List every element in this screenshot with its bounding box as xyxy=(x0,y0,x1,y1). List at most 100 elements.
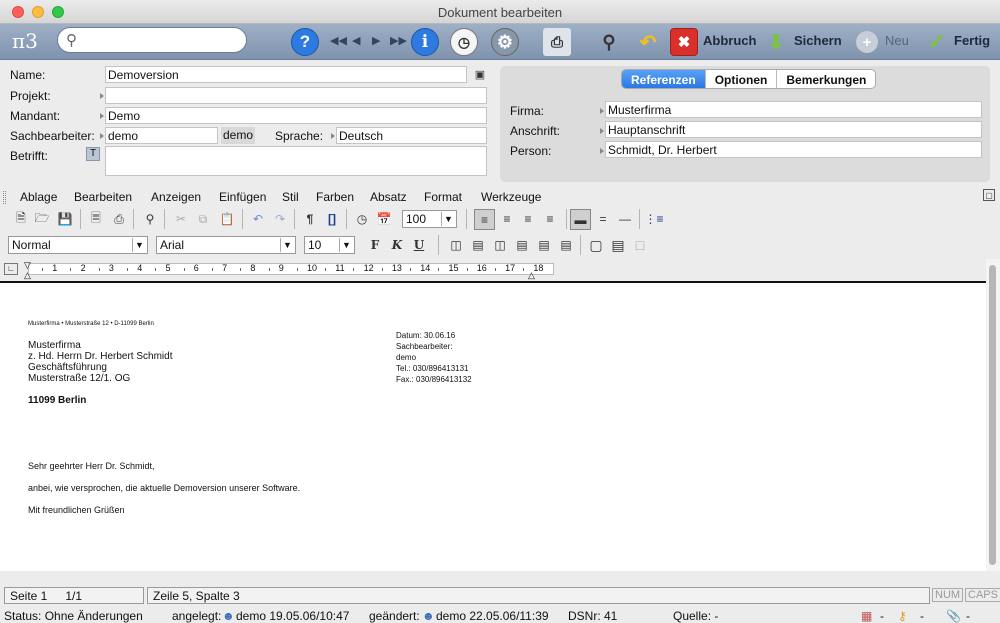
menu-farben[interactable]: Farben xyxy=(316,190,354,204)
bold-button[interactable]: F xyxy=(366,236,384,254)
italic-button[interactable]: K xyxy=(388,236,406,254)
cut-icon[interactable]: ✂ xyxy=(172,210,190,228)
save-disk-icon[interactable]: 💾 xyxy=(56,210,74,228)
bullet-list-icon[interactable]: ⋮≡ xyxy=(645,210,664,228)
border-top-icon[interactable]: ▤ xyxy=(469,236,487,254)
checkmark-icon[interactable]: ✓ xyxy=(923,28,951,56)
anschrift-arrow-icon[interactable] xyxy=(600,128,604,134)
done-button[interactable]: Fertig xyxy=(954,33,990,48)
projekt-field[interactable] xyxy=(105,87,487,104)
mandant-arrow-icon[interactable] xyxy=(100,113,104,119)
menu-format[interactable]: Format xyxy=(424,190,462,204)
line-spacing-onehalf-icon[interactable]: = xyxy=(594,210,612,228)
sachbearbeiter-field[interactable]: demo xyxy=(105,127,218,144)
redo-icon[interactable]: ↷ xyxy=(271,210,289,228)
info-icon[interactable]: i xyxy=(411,28,439,56)
border-right-icon[interactable]: ◫ xyxy=(491,236,509,254)
align-center-icon[interactable]: ≡ xyxy=(498,210,516,228)
border-left-icon[interactable]: ◫ xyxy=(447,236,465,254)
name-options-icon[interactable]: ▣ xyxy=(471,65,489,83)
sprache-arrow-icon[interactable] xyxy=(331,133,335,139)
border-top-bottom-icon[interactable]: ▤ xyxy=(535,236,553,254)
border-box-split-icon[interactable]: ▤ xyxy=(609,236,627,254)
firma-field[interactable]: Musterfirma xyxy=(605,101,982,118)
align-right-icon[interactable]: ≡ xyxy=(519,210,537,228)
insert-date-icon[interactable]: 📅 xyxy=(375,210,393,228)
print-preview-icon[interactable]: 🗏 xyxy=(87,210,105,228)
paste-icon[interactable]: 📋 xyxy=(218,210,236,228)
clock-icon[interactable]: ◷ xyxy=(450,28,478,56)
insert-time-icon[interactable]: ◷ xyxy=(353,210,371,228)
font-select[interactable]: Arial ▼ xyxy=(156,236,296,254)
ruler[interactable]: ∟ 1 2 3 4 5 6 7 8 9 10 11 12 13 14 15 16 17 18 ▽ △ △ xyxy=(0,259,1000,280)
zoom-select[interactable]: 100 ▼ xyxy=(402,210,457,228)
undo-arrow-icon[interactable]: ↶ xyxy=(634,28,662,56)
gear-icon[interactable]: ⚙ xyxy=(491,28,519,56)
name-field[interactable]: Demoversion xyxy=(105,66,467,83)
sachbearbeiter-tag[interactable]: demo xyxy=(221,127,256,144)
paperclip-icon[interactable]: 📎 xyxy=(946,609,961,623)
page-break-icon[interactable]: [] xyxy=(323,210,341,228)
copy-icon[interactable]: ⧉ xyxy=(194,210,212,228)
printer-icon[interactable]: ⎙ xyxy=(543,28,571,56)
new-plus-icon[interactable]: + xyxy=(856,31,878,53)
person-arrow-icon[interactable] xyxy=(600,148,604,154)
menu-stil[interactable]: Stil xyxy=(282,190,299,204)
border-bottom-icon[interactable]: ▤ xyxy=(513,236,531,254)
underline-button[interactable]: U xyxy=(410,236,428,254)
menu-einfuegen[interactable]: Einfügen xyxy=(219,190,266,204)
sachbearbeiter-arrow-icon[interactable] xyxy=(100,133,104,139)
line-spacing-double-icon[interactable]: — xyxy=(616,210,634,228)
align-left-icon[interactable]: ≡ xyxy=(474,209,495,230)
left-indent-marker-icon[interactable]: △ xyxy=(24,270,31,281)
menu-werkzeuge[interactable]: Werkzeuge xyxy=(481,190,541,204)
cancel-icon[interactable]: ✖ xyxy=(670,28,698,56)
find-icon[interactable]: ⚲ xyxy=(141,210,159,228)
right-indent-marker-icon[interactable]: △ xyxy=(528,270,535,281)
text-button[interactable]: T xyxy=(86,147,100,161)
menu-absatz[interactable]: Absatz xyxy=(370,190,407,204)
tab-referenzen[interactable]: Referenzen xyxy=(622,70,706,88)
save-arrow-icon[interactable]: ⬇ xyxy=(762,28,790,56)
scrollbar-thumb[interactable] xyxy=(989,265,996,565)
previous-record-icon[interactable]: ◀ xyxy=(352,34,360,47)
projekt-arrow-icon[interactable] xyxy=(100,93,104,99)
pilcrow-icon[interactable]: ¶ xyxy=(301,210,319,228)
border-none-icon[interactable]: □ xyxy=(631,236,649,254)
sprache-field[interactable]: Deutsch xyxy=(336,127,487,144)
print-icon[interactable]: ⎙ xyxy=(110,210,128,228)
tab-stop-icon[interactable]: ∟ xyxy=(4,263,18,275)
tab-bemerkungen[interactable]: Bemerkungen xyxy=(777,70,875,88)
calendar-icon[interactable]: ▦ xyxy=(861,609,872,623)
align-justify-icon[interactable]: ≡ xyxy=(541,210,559,228)
font-size-select[interactable]: 10 ▼ xyxy=(304,236,355,254)
menu-ablage[interactable]: Ablage xyxy=(20,190,57,204)
border-horizontal-icon[interactable]: ▤ xyxy=(557,236,575,254)
firma-arrow-icon[interactable] xyxy=(600,108,604,114)
magnifier-icon[interactable]: ⚲ xyxy=(595,28,623,56)
save-button[interactable]: Sichern xyxy=(794,33,842,48)
style-select[interactable]: Normal ▼ xyxy=(8,236,148,254)
new-document-icon[interactable]: 🗎 xyxy=(12,210,30,228)
mandant-field[interactable]: Demo xyxy=(105,107,487,124)
document-page[interactable]: Musterfirma • Musterstraße 12 • D-11099 … xyxy=(0,281,986,571)
tab-optionen[interactable]: Optionen xyxy=(706,70,778,88)
undo-icon[interactable]: ↶ xyxy=(249,210,267,228)
last-record-icon[interactable]: ▶▶ xyxy=(390,34,407,47)
panel-toggle-icon[interactable]: ▢ xyxy=(983,189,995,201)
menu-anzeigen[interactable]: Anzeigen xyxy=(151,190,201,204)
open-folder-icon[interactable]: 🗁 xyxy=(33,210,51,228)
menu-bearbeiten[interactable]: Bearbeiten xyxy=(74,190,132,204)
first-record-icon[interactable]: ◀◀ xyxy=(330,34,347,47)
vertical-scrollbar[interactable] xyxy=(986,259,1000,571)
key-icon[interactable]: ⚷ xyxy=(898,609,907,623)
betrifft-field[interactable] xyxy=(105,146,487,176)
anschrift-field[interactable]: Hauptanschrift xyxy=(605,121,982,138)
border-box-icon[interactable]: ▢ xyxy=(587,236,605,254)
line-spacing-single-icon[interactable]: ▬ xyxy=(570,209,591,230)
person-field[interactable]: Schmidt, Dr. Herbert xyxy=(605,141,982,158)
new-button[interactable]: Neu xyxy=(885,33,909,48)
next-record-icon[interactable]: ▶ xyxy=(372,34,380,47)
search-input[interactable]: ⚲ xyxy=(57,27,247,53)
help-icon[interactable]: ? xyxy=(291,28,319,56)
